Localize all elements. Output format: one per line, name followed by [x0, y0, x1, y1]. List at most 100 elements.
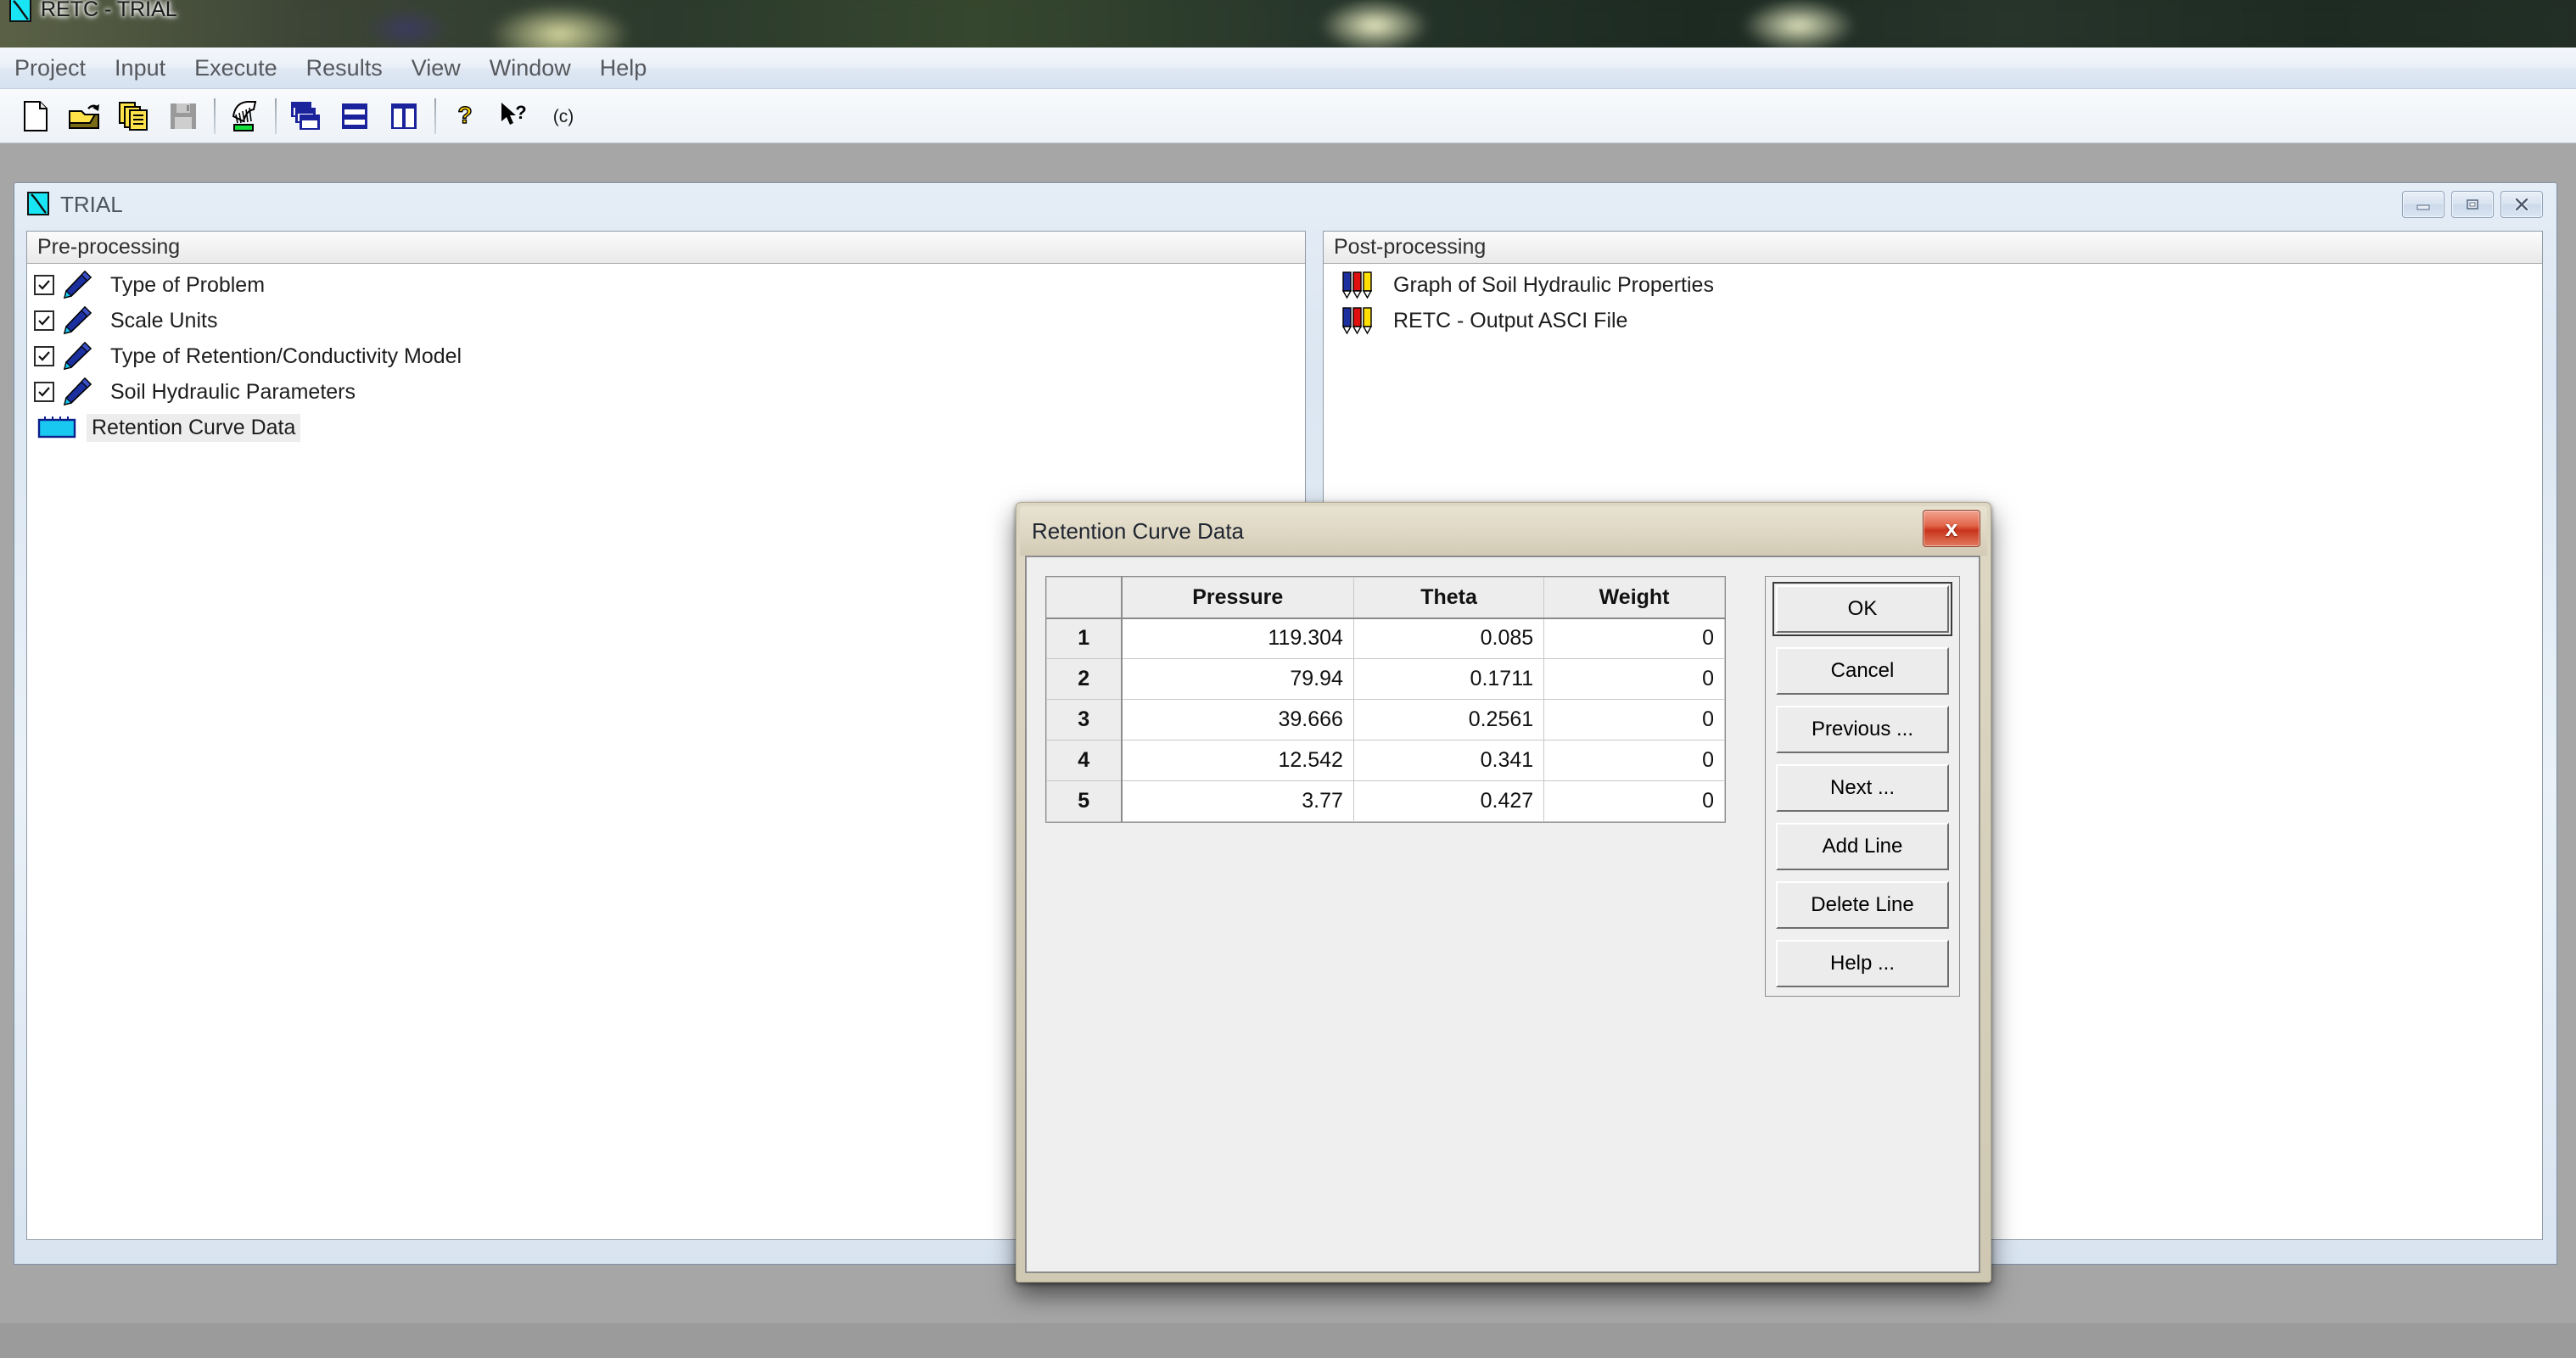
cell-weight[interactable]: 0: [1544, 700, 1725, 740]
toolbar-separator: [429, 97, 441, 136]
tree-item-label: Retention Curve Data: [87, 414, 300, 442]
checkbox-checked-icon[interactable]: [34, 382, 54, 402]
row-header[interactable]: 4: [1047, 740, 1122, 781]
cell-weight[interactable]: 0: [1544, 618, 1725, 659]
cell-pressure[interactable]: 39.666: [1122, 700, 1354, 740]
svg-text:(c): (c): [553, 107, 574, 126]
color-pencils-icon: [1341, 306, 1376, 335]
context-help-icon[interactable]: ?: [490, 94, 538, 138]
toolbar-separator: [209, 97, 221, 136]
cell-pressure[interactable]: 79.94: [1122, 659, 1354, 700]
previous-button[interactable]: Previous ...: [1776, 706, 1949, 753]
about-icon[interactable]: (c): [540, 94, 587, 138]
tree-item-retc-output-asci-file[interactable]: RETC - Output ASCI File: [1324, 303, 2542, 338]
retention-curve-icon: [26, 191, 52, 218]
tree-item-label: Graph of Soil Hydraulic Properties: [1388, 271, 1719, 299]
delete-line-button[interactable]: Delete Line: [1776, 881, 1949, 929]
cell-weight[interactable]: 0: [1544, 740, 1725, 781]
pre-processing-header: Pre-processing: [27, 232, 1305, 264]
cell-theta[interactable]: 0.1711: [1353, 659, 1543, 700]
row-header[interactable]: 5: [1047, 781, 1122, 822]
close-icon[interactable]: [2500, 191, 2543, 218]
table-row[interactable]: 2 79.94 0.1711 0: [1047, 659, 1725, 700]
post-processing-header: Post-processing: [1324, 232, 2542, 264]
checkbox-checked-icon[interactable]: [34, 346, 54, 366]
app-title: RETC - TRIAL: [41, 0, 177, 22]
mdi-window-title: TRIAL: [60, 192, 123, 218]
menu-item-view[interactable]: View: [397, 55, 475, 81]
toolbar: ? ? (c): [0, 89, 2576, 143]
minimize-icon[interactable]: [2402, 191, 2444, 218]
svg-text:?: ?: [457, 102, 472, 128]
cell-pressure[interactable]: 3.77: [1122, 781, 1354, 822]
tree-item-type-of-problem[interactable]: Type of Problem: [27, 267, 1305, 303]
help-button[interactable]: Help ...: [1776, 940, 1949, 987]
dialog-close-label: x: [1945, 517, 1957, 540]
checkbox-checked-icon[interactable]: [34, 275, 54, 295]
tile-horizontal-icon[interactable]: [331, 94, 378, 138]
menu-item-window[interactable]: Window: [475, 55, 585, 81]
add-line-button[interactable]: Add Line: [1776, 823, 1949, 870]
ok-button[interactable]: OK: [1776, 585, 1949, 633]
save-icon: [160, 94, 207, 138]
cell-theta[interactable]: 0.341: [1353, 740, 1543, 781]
cell-pressure[interactable]: 119.304: [1122, 618, 1354, 659]
menu-item-execute[interactable]: Execute: [180, 55, 292, 81]
project-manager-icon[interactable]: [110, 94, 158, 138]
window-title-bar: RETC - TRIAL: [0, 0, 2576, 25]
table-row[interactable]: 3 39.666 0.2561 0: [1047, 700, 1725, 740]
blue-pencil-icon: [59, 341, 93, 372]
tree-item-label: Soil Hydraulic Parameters: [105, 378, 361, 406]
column-header-pressure[interactable]: Pressure: [1122, 578, 1354, 618]
new-project-icon[interactable]: [12, 94, 59, 138]
dialog-title-bar: Retention Curve Data x: [1020, 506, 1987, 556]
dialog-button-column: OK Cancel Previous ... Next ... Add Line…: [1765, 576, 1960, 997]
menu-item-results[interactable]: Results: [292, 55, 397, 81]
cell-theta[interactable]: 0.085: [1353, 618, 1543, 659]
tree-item-label: Type of Retention/Conductivity Model: [105, 343, 467, 371]
tree-item-label: Type of Problem: [105, 271, 270, 299]
color-pencils-icon: [1341, 271, 1376, 299]
table-row[interactable]: 5 3.77 0.427 0: [1047, 781, 1725, 822]
cell-theta[interactable]: 0.2561: [1353, 700, 1543, 740]
tree-item-scale-units[interactable]: Scale Units: [27, 303, 1305, 338]
menu-item-help[interactable]: Help: [585, 55, 662, 81]
cell-theta[interactable]: 0.427: [1353, 781, 1543, 822]
close-icon[interactable]: x: [1923, 510, 1980, 547]
cell-weight[interactable]: 0: [1544, 781, 1725, 822]
row-header[interactable]: 3: [1047, 700, 1122, 740]
dialog-title: Retention Curve Data: [1032, 518, 1244, 545]
blue-pencil-icon: [59, 377, 93, 407]
row-header[interactable]: 2: [1047, 659, 1122, 700]
mdi-window-controls: [2402, 191, 2543, 218]
column-header-weight[interactable]: Weight: [1544, 578, 1725, 618]
tree-item-retention-curve-data[interactable]: Retention Curve Data: [27, 410, 1305, 445]
row-header[interactable]: 1: [1047, 618, 1122, 659]
tree-item-graph-of-soil-hydraulic-properties[interactable]: Graph of Soil Hydraulic Properties: [1324, 267, 2542, 303]
tile-vertical-icon[interactable]: [380, 94, 428, 138]
cell-weight[interactable]: 0: [1544, 659, 1725, 700]
cell-pressure[interactable]: 12.542: [1122, 740, 1354, 781]
open-project-icon[interactable]: [61, 94, 109, 138]
cascade-windows-icon[interactable]: [282, 94, 329, 138]
execute-icon[interactable]: [221, 94, 268, 138]
tree-item-retention-conductivity-model[interactable]: Type of Retention/Conductivity Model: [27, 338, 1305, 374]
next-button[interactable]: Next ...: [1776, 764, 1949, 812]
menu-item-project[interactable]: Project: [0, 55, 100, 81]
tree-item-label: Scale Units: [105, 307, 222, 335]
tree-item-soil-hydraulic-parameters[interactable]: Soil Hydraulic Parameters: [27, 374, 1305, 410]
cancel-button[interactable]: Cancel: [1776, 647, 1949, 695]
water-level-icon: [37, 416, 76, 439]
checkbox-checked-icon[interactable]: [34, 310, 54, 331]
help-icon[interactable]: ?: [441, 94, 489, 138]
post-processing-tree: Graph of Soil Hydraulic Properties: [1324, 264, 2542, 338]
retention-curve-table[interactable]: Pressure Theta Weight 1 119.304 0.085 0 …: [1045, 576, 1726, 823]
restore-icon[interactable]: [2451, 191, 2494, 218]
blue-pencil-icon: [59, 305, 93, 336]
menu-bar[interactable]: Project Input Execute Results View Windo…: [0, 48, 2576, 89]
dialog-body: Pressure Theta Weight 1 119.304 0.085 0 …: [1025, 556, 1980, 1273]
table-row[interactable]: 1 119.304 0.085 0: [1047, 618, 1725, 659]
table-row[interactable]: 4 12.542 0.341 0: [1047, 740, 1725, 781]
column-header-theta[interactable]: Theta: [1353, 578, 1543, 618]
menu-item-input[interactable]: Input: [100, 55, 180, 81]
